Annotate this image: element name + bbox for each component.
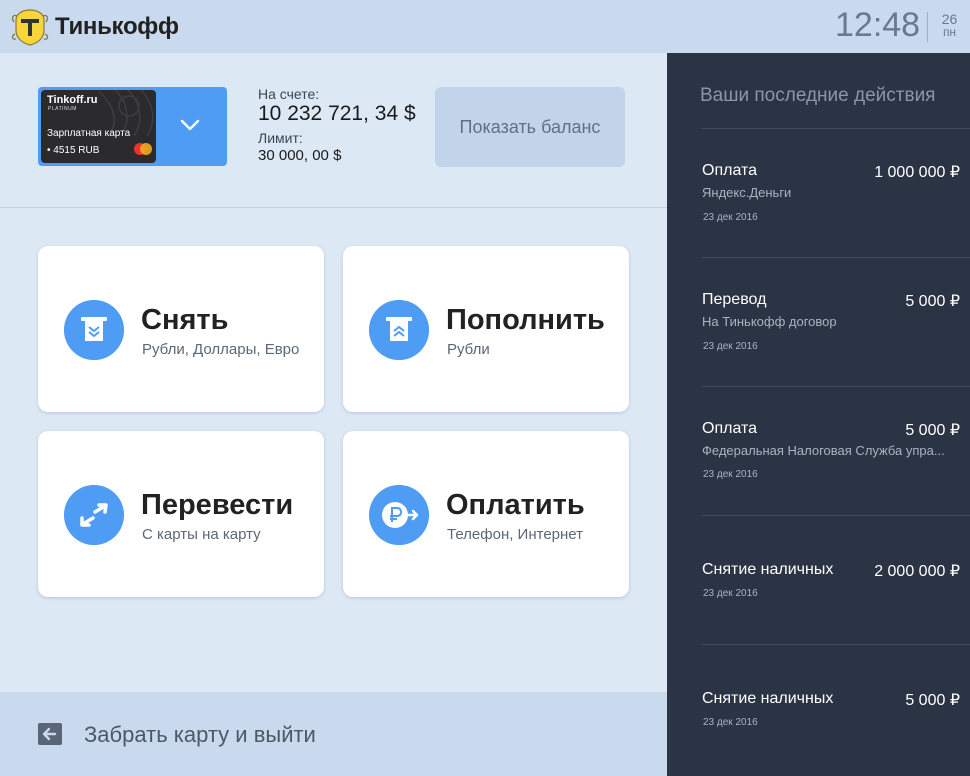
card-tier: PLATINUM — [48, 106, 77, 112]
ruble-payment-icon — [369, 485, 429, 545]
tx-description: Яндекс.Деньги — [702, 185, 792, 200]
card-brand: Tinkoff.ru — [47, 94, 98, 106]
transfer-subtitle: С карты на карту — [142, 526, 261, 543]
tx-date: 23 дек 2016 — [703, 341, 758, 352]
limit-value: 30 000, 00 $ — [258, 147, 342, 164]
tx-divider — [702, 128, 970, 129]
date-day: 26 — [941, 11, 958, 27]
tx-name: Снятие наличных — [702, 561, 834, 578]
show-balance-button[interactable]: Показать баланс — [435, 87, 625, 167]
pay-title: Оплатить — [446, 489, 585, 521]
tx-name: Оплата — [702, 162, 758, 179]
deposit-tile[interactable]: Пополнить Рубли — [343, 246, 629, 412]
transfer-arrows-icon — [64, 485, 124, 545]
clock-time: 12:48 — [835, 6, 921, 44]
tx-divider — [702, 515, 970, 516]
balance-label: На счете: — [258, 86, 320, 102]
deposit-title: Пополнить — [446, 304, 605, 336]
tx-amount: 5 000 ₽ — [905, 692, 960, 709]
tx-amount: 1 000 000 ₽ — [874, 164, 960, 181]
tx-description: На Тинькофф договор — [702, 314, 837, 329]
pay-subtitle: Телефон, Интернет — [447, 526, 584, 543]
tx-date: 23 дек 2016 — [703, 469, 758, 480]
tx-date: 23 дек 2016 — [703, 588, 758, 599]
card-number: • 4515 RUB — [47, 145, 100, 156]
balance-value: 10 232 721, 34 $ — [258, 102, 416, 125]
withdraw-tile[interactable]: Снять Рубли, Доллары, Евро — [38, 246, 324, 412]
tx-date: 23 дек 2016 — [703, 212, 758, 223]
tx-name: Снятие наличных — [702, 690, 834, 707]
card-name: Зарплатная карта — [47, 128, 131, 139]
top-bar: Тинькофф 12:48 26 пн — [0, 0, 970, 53]
pay-tile[interactable]: Оплатить Телефон, Интернет — [343, 431, 629, 597]
mastercard-icon — [134, 143, 152, 155]
transfer-tile[interactable]: Перевести С карты на карту — [38, 431, 324, 597]
section-divider — [0, 207, 667, 208]
tx-name: Оплата — [702, 420, 758, 437]
tx-name: Перевод — [702, 291, 767, 308]
brand-name: Тинькофф — [55, 13, 179, 40]
transfer-title: Перевести — [141, 489, 294, 521]
tx-divider — [702, 644, 970, 645]
tx-divider — [702, 257, 970, 258]
date-display: 26 пн — [933, 12, 966, 39]
deposit-subtitle: Рубли — [447, 341, 490, 358]
recent-actions-title: Ваши последние действия — [700, 85, 936, 106]
tx-amount: 2 000 000 ₽ — [874, 563, 960, 580]
date-weekday: пн — [942, 25, 957, 39]
exit-label: Забрать карту и выйти — [84, 722, 316, 747]
exit-arrow-icon — [38, 723, 62, 745]
tx-date: 23 дек 2016 — [703, 717, 758, 728]
atm-withdraw-icon — [64, 300, 124, 360]
tinkoff-logo-icon — [11, 9, 49, 46]
withdraw-title: Снять — [141, 304, 229, 336]
tx-description: Федеральная Налоговая Служба упра... — [702, 443, 945, 458]
tx-amount: 5 000 ₽ — [905, 422, 960, 439]
exit-button[interactable]: Забрать карту и выйти — [0, 692, 667, 776]
tx-divider — [702, 386, 970, 387]
atm-deposit-icon — [369, 300, 429, 360]
withdraw-subtitle: Рубли, Доллары, Евро — [142, 341, 300, 358]
recent-actions-panel: Ваши последние действия Оплата 1 000 000… — [667, 53, 970, 776]
tx-amount: 5 000 ₽ — [905, 293, 960, 310]
limit-label: Лимит: — [258, 130, 303, 146]
date-divider — [927, 12, 928, 42]
card-image: Tinkoff.ru PLATINUM Зарплатная карта • 4… — [41, 90, 156, 163]
chevron-down-icon — [180, 119, 200, 131]
card-selector[interactable]: Tinkoff.ru PLATINUM Зарплатная карта • 4… — [38, 87, 227, 166]
